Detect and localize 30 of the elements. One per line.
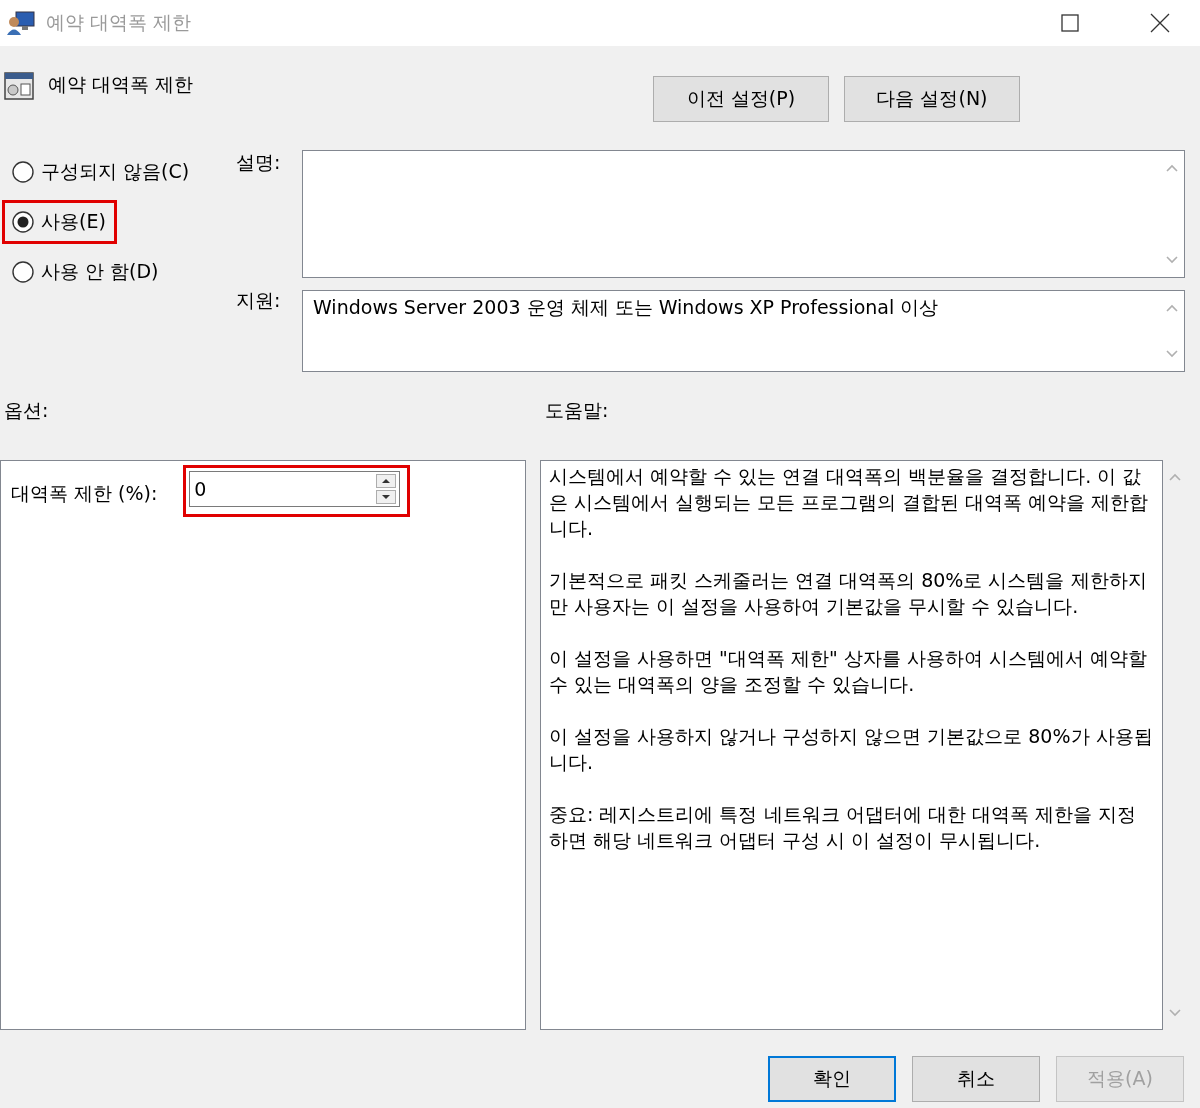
highlighted-radio-option[interactable]: 사용(E): [2, 200, 117, 244]
spin-down-icon[interactable]: [376, 490, 397, 504]
spin-up-icon[interactable]: [376, 474, 397, 488]
help-paragraph: 기본적으로 패킷 스케줄러는 연결 대역폭의 80%로 시스템을 제한하지만 사용자는 이 설정을 사용하여 기본값을 무시할 수 있습니다.: [549, 568, 1148, 619]
dialog-button[interactable]: 확인: [768, 1056, 896, 1102]
options-label: 옵션:: [3, 398, 50, 423]
close-icon[interactable]: [1150, 13, 1170, 33]
maximize-icon[interactable]: [1061, 14, 1079, 32]
help-paragraph: 시스템에서 예약할 수 있는 연결 대역폭의 백분율을 결정합니다. 이 값은 시스템에서 실행되는 모든 프로그램의 결합된 대역폭 예약을 제한합니다.: [549, 464, 1150, 541]
next-setting-button[interactable]: 다음 설정(N): [844, 76, 1020, 122]
help-label: 도움말:: [545, 398, 609, 423]
policy-title: 예약 대역폭 제한: [48, 72, 194, 97]
policy-settings-icon: [4, 70, 34, 100]
help-paragraph: 이 설정을 사용하지 않거나 구성하지 않으면 기본값으로 80%가 사용됩니다.: [549, 724, 1154, 775]
radio-circle-icon[interactable]: [11, 260, 35, 284]
radio-circle-icon[interactable]: [11, 210, 35, 234]
supported-label: 지원:: [236, 288, 282, 313]
radio-option[interactable]: 사용 안 함(D): [2, 250, 170, 294]
computer-user-icon: [6, 10, 36, 36]
radio-circle-icon[interactable]: [11, 160, 35, 184]
radio-option[interactable]: 구성되지 않음(C): [2, 150, 201, 194]
dialog-button[interactable]: 취소: [912, 1056, 1040, 1102]
description-label: 설명:: [236, 150, 282, 175]
window-title: 예약 대역폭 제한: [46, 10, 193, 35]
bandwidth-limit-label: 대역폭 제한 (%):: [11, 481, 158, 506]
bandwidth-spin-field[interactable]: 0: [189, 471, 401, 507]
previous-setting-button[interactable]: 이전 설정(P): [653, 76, 829, 122]
help-paragraph: 중요: 레지스트리에 특정 네트워크 어댑터에 대한 대역폭 제한을 지정하면 해당 네트워크 어댑터 구성 시 이 설정이 무시됩니다.: [549, 802, 1137, 853]
help-paragraph: 이 설정을 사용하면 "대역폭 제한" 상자를 사용하여 시스템에서 예약할 수 있는 대역폭의 양을 조정할 수 있습니다.: [549, 646, 1148, 697]
supported-text: Windows Server 2003 운영 체제 또는 Windows XP Professional 이상: [312, 295, 940, 320]
